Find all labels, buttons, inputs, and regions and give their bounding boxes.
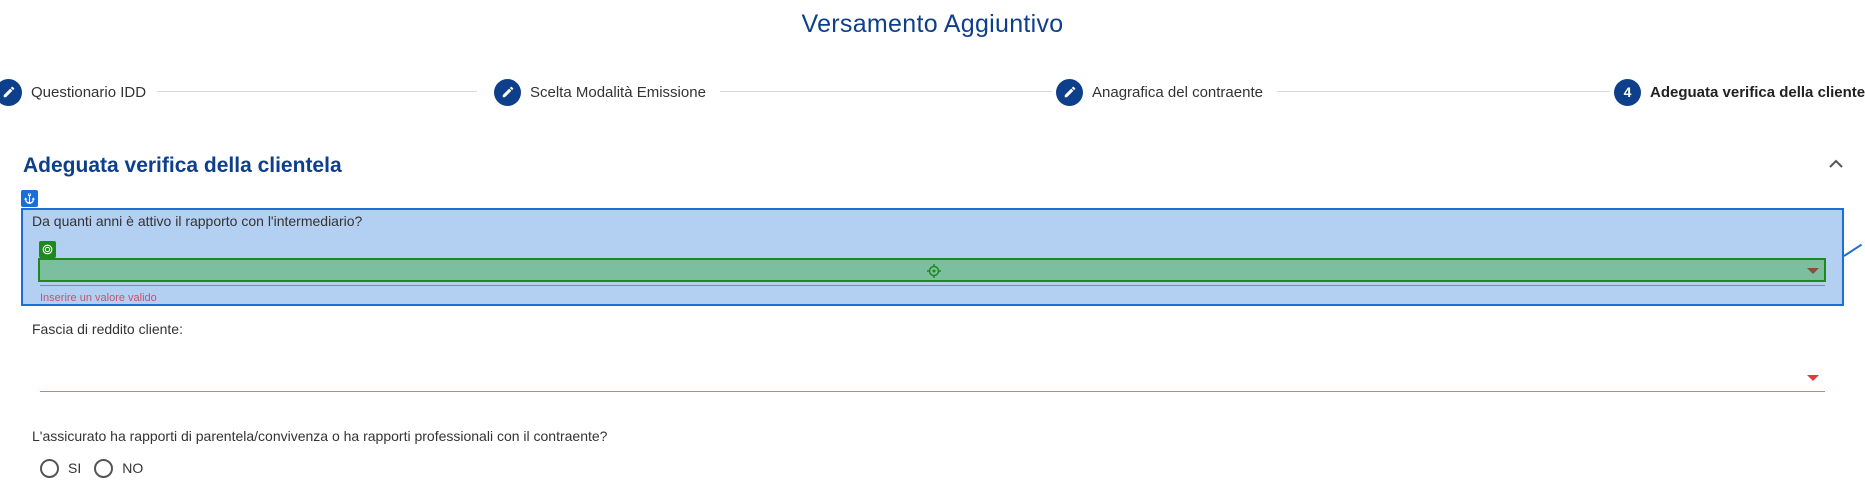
step-scelta-modalita[interactable]: Scelta Modalità Emissione <box>494 78 706 106</box>
radio-group: SI NO <box>40 457 156 479</box>
highlight-connector <box>1843 243 1863 257</box>
radio-label: NO <box>122 460 144 476</box>
field-label: Fascia di reddito cliente: <box>32 321 183 337</box>
radio-si[interactable] <box>40 458 59 478</box>
chevron-down-icon[interactable] <box>1807 375 1819 381</box>
radio-no[interactable] <box>94 458 114 478</box>
target-icon <box>39 241 56 258</box>
income-band-select[interactable] <box>40 364 1825 390</box>
chevron-down-icon[interactable] <box>1807 268 1819 274</box>
step-adeguata-verifica[interactable]: 4 Adeguata verifica della clientela <box>1614 78 1865 106</box>
field-label: L'assicurato ha rapporti di parentela/co… <box>32 428 608 444</box>
page-title: Versamento Aggiuntivo <box>801 10 1064 38</box>
step-label: Anagrafica del contraente <box>1092 83 1263 101</box>
crosshair-icon <box>927 264 941 278</box>
step-questionario-idd[interactable]: Questionario IDD <box>0 78 146 106</box>
radio-label: SI <box>68 460 82 476</box>
step-label: Adeguata verifica della clientela <box>1650 83 1865 101</box>
pencil-icon <box>494 78 521 106</box>
section-title: Adeguata verifica della clientela <box>23 154 342 177</box>
step-label: Scelta Modalità Emissione <box>530 83 706 101</box>
select-underline <box>40 285 1825 286</box>
step-number: 4 <box>1614 78 1641 106</box>
stepper: Questionario IDD Scelta Modalità Emissio… <box>0 78 1865 106</box>
step-label: Questionario IDD <box>31 83 147 101</box>
chevron-up-icon[interactable] <box>1826 154 1846 174</box>
field-label: Da quanti anni è attivo il rapporto con … <box>32 213 363 229</box>
step-connector <box>157 91 477 92</box>
step-connector <box>720 91 1052 92</box>
pencil-icon <box>1056 78 1083 106</box>
anchor-icon <box>21 190 38 207</box>
step-connector <box>1277 91 1610 92</box>
field-error: Inserire un valore valido <box>40 292 157 304</box>
select-underline <box>40 391 1825 392</box>
pencil-icon <box>0 78 22 106</box>
step-anagrafica[interactable]: Anagrafica del contraente <box>1056 78 1263 106</box>
